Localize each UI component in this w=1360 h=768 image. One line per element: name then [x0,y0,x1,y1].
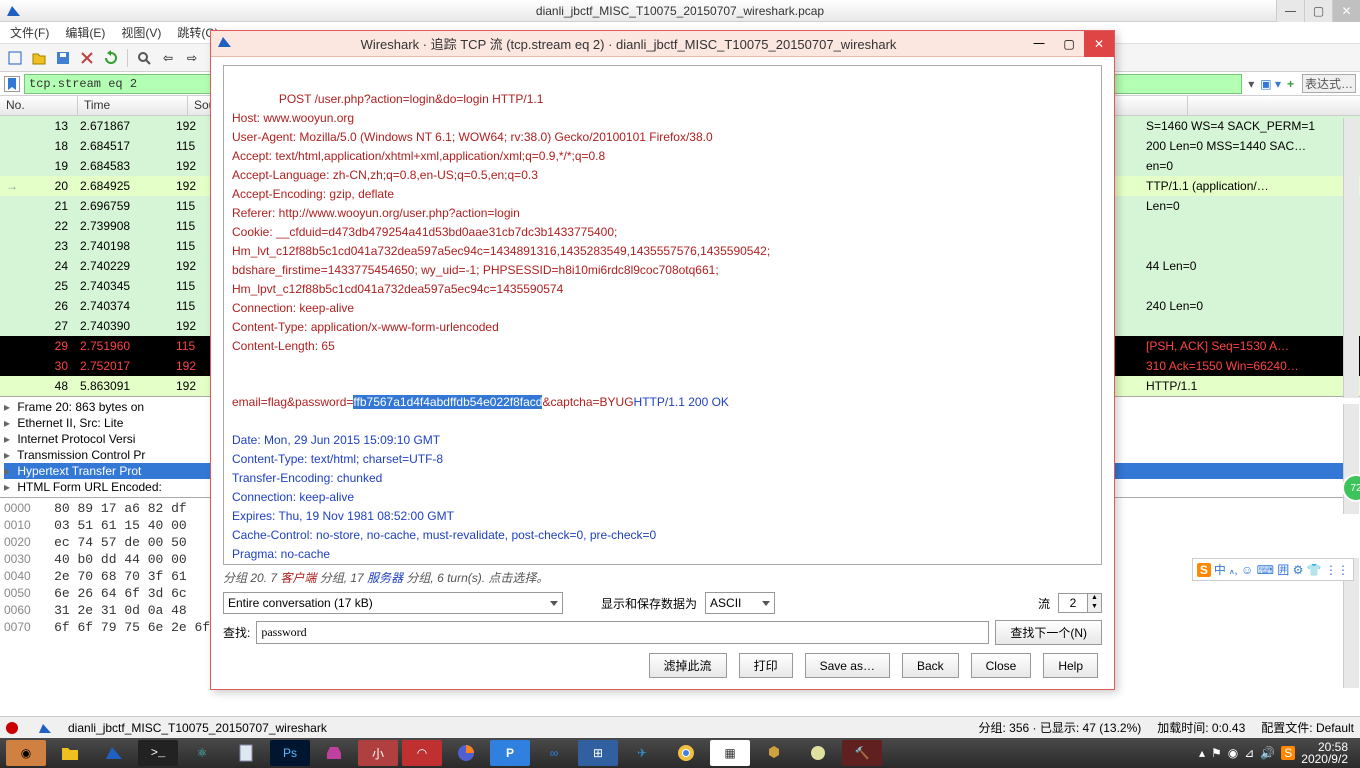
taskbar-wireshark[interactable] [94,740,134,766]
http-request: POST /user.php?action=login&do=login HTT… [232,92,770,353]
search-input[interactable] [256,621,989,644]
taskbar-qr[interactable]: ▦ [710,740,750,766]
minimize-button[interactable]: 一 [1276,0,1304,22]
wireshark-icon [6,4,22,18]
status-packets: 分组: 356 · 已显示: 47 (13.2%) [979,719,1142,736]
response-status: HTTP/1.1 200 OK [634,395,729,409]
taskbar-pdf[interactable]: P [490,740,530,766]
window-title: dianli_jbctf_MISC_T10075_20150707_wiresh… [536,4,824,18]
taskbar-baidu[interactable]: ∞ [534,740,574,766]
ime-status-badge[interactable]: S中 ៱, ☺ ⌨ 囲 ⚙ 👕 ⋮⋮ [1192,558,1354,581]
taskbar-app3[interactable]: 🔨 [842,740,882,766]
encoding-select[interactable]: ASCII [705,592,775,614]
wireshark-icon [217,35,233,52]
windows-taskbar: ◉ >_ ⚛ Ps 小 ◠ P ∞ ⊞ ✈ ▦ 🔨 ▴ ⚑ ◉ ⊿ 🔊 S 20… [0,738,1360,768]
find-next-button[interactable]: 查找下一个(N) [995,620,1102,645]
save-as-button[interactable]: Save as… [805,653,890,678]
tray-shield-icon[interactable]: ⚑ [1211,746,1222,760]
taskbar-feishu[interactable]: ✈ [622,740,662,766]
maximize-button[interactable]: ▢ [1304,0,1332,22]
dialog-close-button[interactable]: ✕ [1084,31,1114,57]
prev-icon[interactable]: ⇦ [157,47,179,69]
main-titlebar: dianli_jbctf_MISC_T10075_20150707_wiresh… [0,0,1360,22]
status-bar: dianli_jbctf_MISC_T10075_20150707_wiresh… [0,716,1360,738]
find-icon[interactable] [133,47,155,69]
taskbar-explorer[interactable] [50,740,90,766]
packet-list-scrollbar[interactable] [1343,118,1359,398]
open-file-icon[interactable] [28,47,50,69]
col-no[interactable]: No. [0,96,78,115]
system-tray[interactable]: ▴ ⚑ ◉ ⊿ 🔊 S 20:58 2020/9/2 [1199,741,1356,765]
taskbar-photoshop[interactable]: Ps [270,740,310,766]
status-file: dianli_jbctf_MISC_T10075_20150707_wiresh… [68,721,327,735]
stream-content[interactable]: POST /user.php?action=login&do=login HTT… [223,65,1102,565]
col-time[interactable]: Time [78,96,188,115]
next-icon[interactable]: ⇨ [181,47,203,69]
taskbar-notepad[interactable] [226,740,266,766]
menu-file[interactable]: 文件(F) [4,22,55,43]
taskbar-electron[interactable]: ⚛ [182,740,222,766]
taskbar-app2[interactable] [798,740,838,766]
expression-button[interactable]: 表达式… [1302,74,1356,93]
close-button[interactable]: ✕ [1332,0,1360,22]
taskbar-firefox[interactable] [446,740,486,766]
dialog-maximize-button[interactable]: ▢ [1054,31,1084,57]
tray-clock[interactable]: 20:58 2020/9/2 [1301,741,1348,765]
wireshark-small-icon [38,722,52,734]
filter-add-icon[interactable]: + [1285,77,1296,91]
tray-sogou-icon[interactable]: S [1281,746,1295,760]
stream-info-label: 分组 20. 7 客户端 分组, 17 服务器 分组, 6 turn(s). 点… [223,569,1102,586]
form-data-post: &captcha=BYUG [542,395,633,409]
filter-dropdown-icon[interactable]: ▾ [1246,77,1256,91]
taskbar-app1[interactable] [754,740,794,766]
bookmark-icon[interactable] [4,76,20,92]
status-profile: 配置文件: Default [1261,719,1354,736]
close-file-icon[interactable] [76,47,98,69]
dialog-titlebar[interactable]: Wireshark · 追踪 TCP 流 (tcp.stream eq 2) ·… [211,31,1114,57]
taskbar-vmware[interactable]: ⊞ [578,740,618,766]
http-response: Date: Mon, 29 Jun 2015 15:09:10 GMT Cont… [232,433,656,565]
conversation-select[interactable]: Entire conversation (17 kB) [223,592,563,614]
tray-up-icon[interactable]: ▴ [1199,746,1205,760]
back-button[interactable]: Back [902,653,959,678]
stream-label: 流 [1038,595,1050,612]
tray-safe-icon[interactable]: ◉ [1228,746,1238,760]
spin-up[interactable]: ▲ [1087,594,1101,603]
form-data-pre: email=flag&password= [232,395,353,409]
taskbar-terminal[interactable]: >_ [138,740,178,766]
show-as-label: 显示和保存数据为 [601,595,697,612]
taskbar-todesk[interactable]: ◠ [402,740,442,766]
dialog-minimize-button[interactable]: 一 [1024,31,1054,57]
print-button[interactable]: 打印 [739,653,793,678]
toolbar-btn[interactable] [4,47,26,69]
reload-icon[interactable] [100,47,122,69]
search-label: 查找: [223,624,250,641]
save-icon[interactable] [52,47,74,69]
selected-password-hash: ffb7567a1d4f4abdffdb54e022f8facd [353,395,542,409]
tray-net-icon[interactable]: ⊿ [1244,746,1254,760]
filter-out-button[interactable]: 滤掉此流 [649,653,727,678]
spin-down[interactable]: ▼ [1087,603,1101,612]
tray-vol-icon[interactable]: 🔊 [1260,746,1275,760]
follow-tcp-stream-dialog: Wireshark · 追踪 TCP 流 (tcp.stream eq 2) ·… [210,30,1115,690]
menu-view[interactable]: 视图(V) [115,22,167,43]
dialog-title: Wireshark · 追踪 TCP 流 (tcp.stream eq 2) ·… [233,34,1024,53]
taskbar-start[interactable]: ◉ [6,740,46,766]
stream-number-spinner[interactable]: ▲▼ [1058,593,1102,613]
close-button[interactable]: Close [971,653,1032,678]
taskbar-chrome[interactable] [666,740,706,766]
help-button[interactable]: Help [1043,653,1098,678]
filter-clear-icon[interactable]: ▣ ▾ [1258,77,1283,91]
capture-status-icon [6,722,18,734]
menu-edit[interactable]: 编辑(E) [59,22,111,43]
taskbar-winrar[interactable] [314,740,354,766]
status-load: 加载时间: 0:0.43 [1157,719,1245,736]
taskbar-phpstudy[interactable]: 小 [358,740,398,766]
